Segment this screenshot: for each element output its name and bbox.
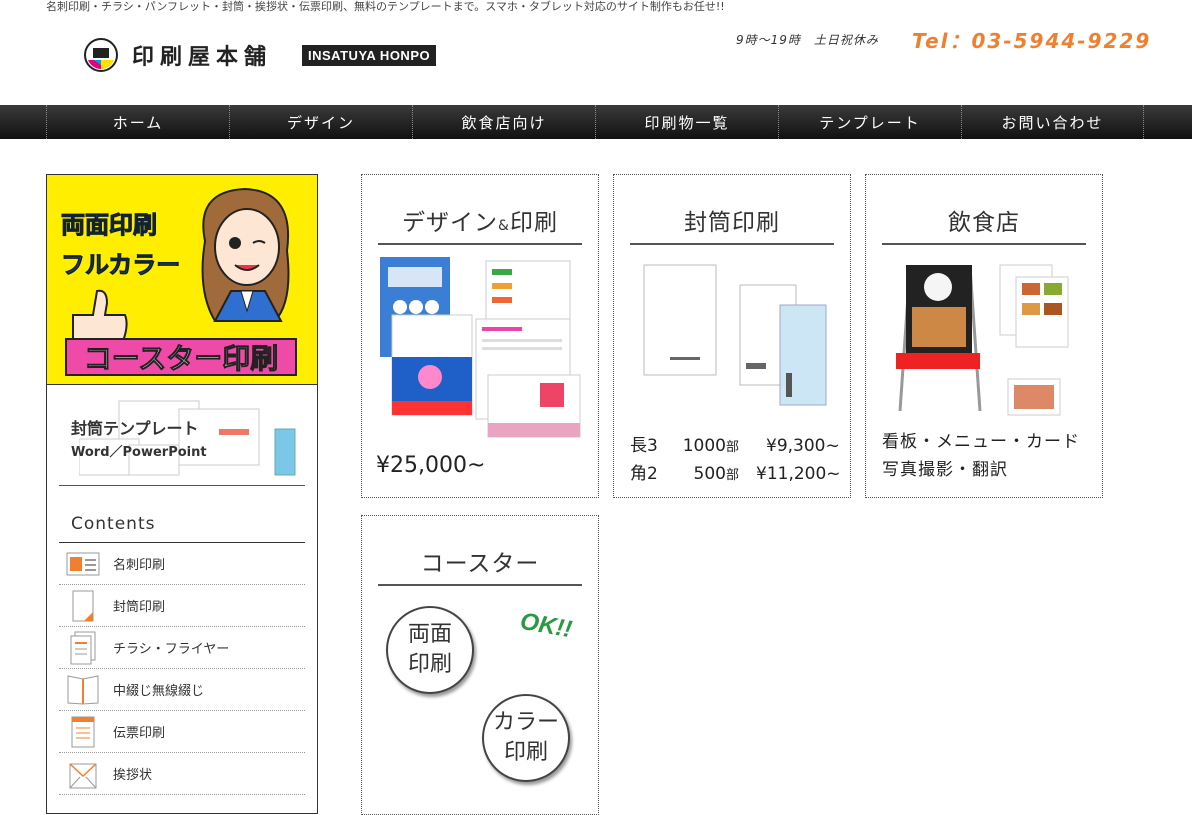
menu-flyer[interactable]: チラシ・フライヤー (59, 627, 305, 669)
coaster-card[interactable]: コースター 両面 印刷 OK!! カラー 印刷 (361, 515, 599, 815)
card-title: コースター (378, 544, 582, 586)
banner-line2: フルカラー (60, 251, 181, 280)
banner-line1: 両面印刷 (61, 211, 158, 240)
contents-list: 名刺印刷 封筒印刷 チラシ・フライヤー 中綴じ無線綴じ 伝票印刷 挨拶状 (59, 543, 305, 795)
menu-item-label: 中綴じ無線綴じ (113, 684, 205, 699)
menu-envelope[interactable]: 封筒印刷 (59, 585, 305, 627)
coaster-banner[interactable]: 両面印刷 フルカラー コースター印刷 (47, 175, 317, 385)
restaurant-card[interactable]: 飲食店 看板・メニュー・カード 写真撮影・翻訳 (865, 174, 1103, 498)
double-sided-circle: 両面 印刷 (386, 606, 474, 694)
menu-greeting-card[interactable]: 挨拶状 (59, 753, 305, 795)
business-card-icon (65, 549, 101, 579)
envelope-template-subtitle: Word／PowerPoint (71, 445, 207, 460)
design-print-card[interactable]: デザイン&印刷 ¥25,000~ (361, 174, 599, 498)
menu-item-label: 名刺印刷 (113, 558, 166, 573)
card-title: 封筒印刷 (630, 203, 834, 245)
business-hours: 9時～19時 土日祝休み (736, 33, 879, 47)
flyer-icon (65, 631, 101, 664)
contents-heading: Contents (59, 514, 305, 543)
nav-template[interactable]: テンプレート (778, 105, 961, 139)
booklet-icon (65, 674, 101, 705)
ok-badge: OK!! (518, 607, 575, 644)
restaurant-line-1: 看板・メニュー・カード (882, 432, 1080, 452)
menu-booklet[interactable]: 中綴じ無線綴じ (59, 669, 305, 711)
envelope-template-thumbnail-icon (79, 400, 296, 476)
envelope-icon (65, 590, 101, 621)
flyer-samples-icon (380, 257, 581, 438)
nav-design[interactable]: デザイン (229, 105, 412, 139)
card-title: 飲食店 (882, 203, 1086, 245)
sidebar: 両面印刷 フルカラー コースター印刷 封筒テンプレート Word／PowerPo… (46, 174, 318, 814)
logo-badge: INSATUYA HONPO (302, 44, 437, 66)
main-nav: ホーム デザイン 飲食店向け 印刷物一覧 テンプレート お問い合わせ (0, 105, 1192, 139)
design-price: ¥25,000~ (376, 453, 486, 478)
envelope-template-title: 封筒テンプレート (71, 419, 199, 438)
envelope-row-1: 長3 1000部 ¥9,300~ (630, 436, 840, 456)
slip-icon (65, 716, 101, 747)
menu-item-label: 封筒印刷 (113, 600, 166, 615)
menu-slip[interactable]: 伝票印刷 (59, 711, 305, 753)
logo-text: 印刷屋本舗 (132, 44, 273, 70)
site-tagline: 名刺印刷・チラシ・パンフレット・封筒・挨拶状・伝票印刷、無料のテンプレートまで。… (46, 0, 725, 13)
envelope-samples-icon (643, 264, 827, 406)
nav-contact[interactable]: お問い合わせ (961, 105, 1144, 139)
nav-home[interactable]: ホーム (46, 105, 229, 139)
menu-item-label: 挨拶状 (113, 768, 153, 783)
card-title: デザイン&印刷 (378, 203, 582, 245)
menu-business-card[interactable]: 名刺印刷 (59, 543, 305, 585)
restaurant-menu-samples-icon (896, 264, 1069, 416)
printer-logo-icon (84, 38, 118, 72)
phone-number[interactable]: Tel：03-5944-9229 (912, 25, 1151, 54)
greeting-card-icon (65, 759, 101, 789)
menu-item-label: チラシ・フライヤー (113, 642, 230, 657)
nav-print-list[interactable]: 印刷物一覧 (595, 105, 778, 139)
envelope-print-card[interactable]: 封筒印刷 長3 1000部 ¥9,300~ 角2 500部 ¥11,200~ (613, 174, 851, 498)
menu-item-label: 伝票印刷 (113, 726, 166, 741)
nav-restaurant[interactable]: 飲食店向け (412, 105, 595, 139)
banner-line3: コースター印刷 (65, 338, 297, 376)
mascot-girl-icon (201, 187, 290, 322)
color-print-circle: カラー 印刷 (482, 694, 570, 782)
site-logo[interactable]: 印刷屋本舗 INSATUYA HONPO (84, 38, 437, 72)
restaurant-line-2: 写真撮影・翻訳 (882, 460, 1008, 480)
envelope-row-2: 角2 500部 ¥11,200~ (630, 464, 841, 484)
thumbs-up-icon (72, 289, 128, 342)
envelope-template-link[interactable]: 封筒テンプレート Word／PowerPoint (59, 385, 305, 486)
